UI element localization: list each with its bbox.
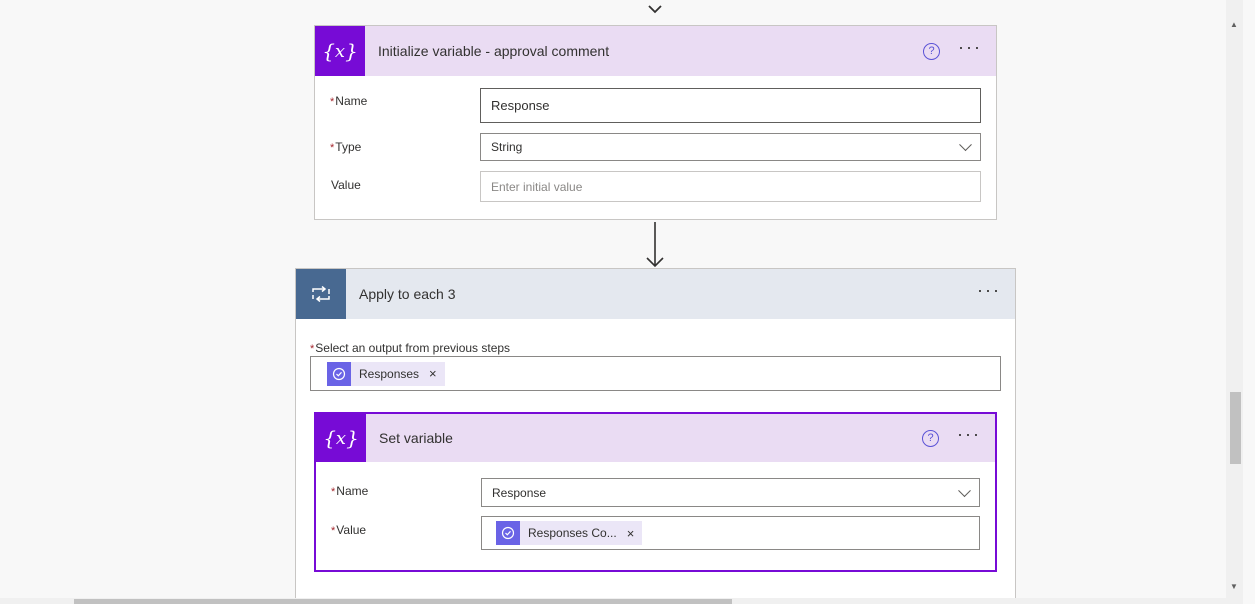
horizontal-scroll-thumb[interactable] — [74, 599, 732, 604]
required-marker: * — [330, 96, 335, 108]
select-output-label: *Select an output from previous steps — [310, 341, 510, 355]
name-dropdown-value: Response — [492, 485, 547, 500]
select-output-input[interactable]: Responses × — [310, 356, 1001, 391]
name-field-row: *Name Response — [315, 88, 996, 124]
name-field-row: *Name Response — [316, 478, 995, 514]
approvals-icon — [496, 521, 520, 545]
loop-icon — [296, 269, 346, 319]
card-title: Set variable — [379, 430, 453, 446]
variable-icon: {𝑥} — [316, 414, 366, 462]
name-label: *Name — [331, 484, 368, 498]
initialize-variable-header[interactable]: {𝑥} Initialize variable - approval comme… — [315, 26, 996, 76]
select-output-label-text: Select an output from previous steps — [315, 341, 511, 355]
remove-token-icon[interactable]: × — [627, 526, 635, 541]
help-icon[interactable]: ? — [922, 429, 940, 447]
responses-comments-token[interactable]: Responses Co... × — [496, 521, 643, 545]
loop-arrows-icon — [312, 286, 330, 302]
more-options-icon[interactable]: ··· — [977, 281, 1001, 303]
initialize-variable-card[interactable]: {𝑥} Initialize variable - approval comme… — [314, 25, 997, 220]
required-marker: * — [310, 343, 315, 355]
apply-to-each-header[interactable]: Apply to each 3 ··· — [296, 269, 1015, 319]
more-options-icon[interactable]: ··· — [957, 425, 981, 447]
type-label: *Type — [330, 140, 361, 154]
required-marker: * — [331, 525, 336, 537]
vertical-scrollbar[interactable] — [1226, 0, 1243, 598]
apply-to-each-card[interactable]: Apply to each 3 ··· *Select an output fr… — [295, 268, 1016, 598]
token-label: Responses — [359, 366, 420, 381]
connector-arrow-icon — [648, 5, 662, 14]
value-input[interactable]: Enter initial value — [480, 171, 981, 202]
variable-icon: {𝑥} — [315, 26, 365, 76]
scroll-down-icon[interactable]: ▼ — [1230, 582, 1239, 591]
approvals-icon — [327, 361, 351, 386]
name-label: *Name — [330, 94, 367, 108]
type-field-row: *Type String — [315, 133, 996, 169]
value-input-placeholder: Enter initial value — [491, 179, 583, 194]
type-dropdown-value: String — [491, 140, 523, 154]
card-title: Apply to each 3 — [359, 286, 456, 302]
flow-designer-canvas: {𝑥} Initialize variable - approval comme… — [0, 0, 1226, 598]
vertical-scroll-thumb[interactable] — [1230, 392, 1241, 464]
responses-token[interactable]: Responses × — [327, 361, 445, 386]
required-marker: * — [330, 142, 335, 154]
connector-arrow-icon — [646, 222, 664, 268]
name-input-value: Response — [491, 98, 550, 113]
more-options-icon[interactable]: ··· — [958, 38, 982, 60]
value-field-row: *Value Responses Co... × — [316, 516, 995, 552]
card-title: Initialize variable - approval comment — [378, 43, 610, 59]
scroll-up-icon[interactable]: ▲ — [1230, 20, 1239, 29]
name-input[interactable]: Response — [480, 88, 981, 123]
value-field-row: Value Enter initial value — [315, 171, 996, 207]
type-dropdown[interactable]: String — [480, 133, 981, 161]
value-input[interactable]: Responses Co... × — [481, 516, 980, 550]
name-label-text: Name — [336, 484, 369, 498]
value-label: *Value — [331, 523, 366, 537]
name-label-text: Name — [335, 94, 368, 108]
required-marker: * — [331, 486, 336, 498]
value-label-text: Value — [336, 523, 367, 537]
remove-token-icon[interactable]: × — [429, 366, 437, 381]
token-label: Responses Co... — [528, 526, 617, 540]
help-icon[interactable]: ? — [923, 42, 941, 60]
value-label: Value — [331, 178, 361, 192]
type-label-text: Type — [335, 140, 362, 154]
name-dropdown[interactable]: Response — [481, 478, 980, 507]
chevron-down-icon — [958, 483, 971, 497]
set-variable-header[interactable]: {𝑥} Set variable ? ··· — [316, 414, 995, 462]
set-variable-card[interactable]: {𝑥} Set variable ? ··· *Name Response *V… — [314, 412, 997, 572]
chevron-down-icon — [959, 138, 972, 152]
